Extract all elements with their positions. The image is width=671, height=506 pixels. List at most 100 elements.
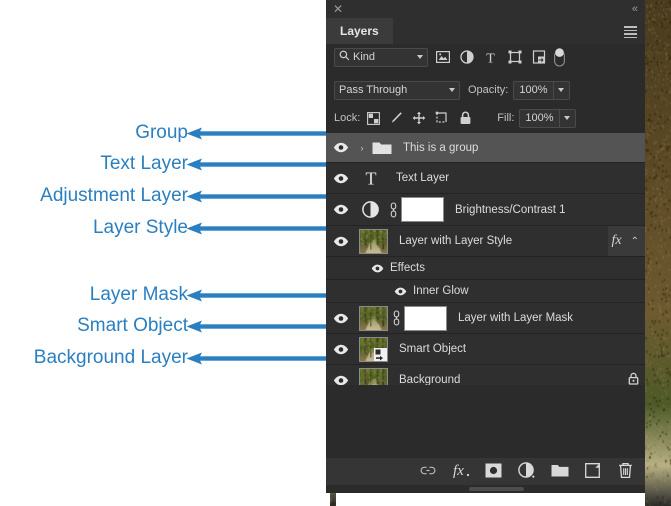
opacity-dropdown-button[interactable]: [554, 81, 570, 100]
delete-layer-button[interactable]: [612, 458, 639, 485]
lock-position-icon[interactable]: [409, 109, 429, 127]
smart-object-badge-icon: [374, 348, 387, 361]
layer-row[interactable]: Brightness/Contrast 1: [326, 194, 645, 226]
annotation-label: Smart Object: [77, 313, 188, 339]
filter-kind-select[interactable]: Kind: [334, 48, 428, 67]
chevron-down-icon: [558, 88, 564, 92]
svg-text:T: T: [365, 170, 376, 187]
new-layer-icon: [585, 463, 600, 481]
layer-thumbnail[interactable]: [359, 229, 388, 254]
lock-artboard-nesting-icon[interactable]: [432, 109, 452, 127]
annotation: Layer Style: [0, 215, 330, 241]
blend-mode-select[interactable]: Pass Through: [334, 81, 460, 100]
annotation-arrow-icon: [186, 127, 338, 145]
filter-kind-label: Kind: [353, 51, 417, 63]
layer-visibility-eye-icon[interactable]: [326, 194, 356, 225]
fill-dropdown-button[interactable]: [560, 109, 576, 128]
annotation-arrow-icon: [186, 352, 338, 370]
new-group-button[interactable]: [546, 458, 573, 485]
chevron-down-icon: [449, 88, 455, 92]
shape-layer-filter-icon[interactable]: [505, 48, 524, 67]
blend-mode-value: Pass Through: [339, 84, 449, 96]
type-layer-icon: T: [356, 170, 385, 187]
expand-effects-caret-icon[interactable]: ⌃: [631, 236, 639, 247]
add-layer-mask-button[interactable]: [480, 458, 507, 485]
trash-icon: [618, 462, 633, 482]
layer-row[interactable]: › This is a group: [326, 133, 645, 163]
layer-visibility-eye-icon[interactable]: [326, 133, 356, 162]
blend-mode-row: Pass Through Opacity: 100%: [326, 78, 645, 102]
annotation-arrow-icon: [186, 158, 338, 176]
collapse-panel-icon[interactable]: «: [632, 3, 637, 15]
fx-badge-icon[interactable]: fx: [612, 233, 622, 249]
filter-enable-toggle[interactable]: [554, 48, 565, 67]
lock-row: Lock: Fill: 100%: [326, 106, 645, 130]
mask-link-icon[interactable]: [385, 202, 401, 218]
layer-name: Layer with Layer Style: [399, 235, 512, 247]
mask-link-icon[interactable]: [388, 310, 404, 326]
smart-object-filter-icon[interactable]: [529, 48, 548, 67]
tab-layers[interactable]: Layers: [326, 18, 393, 44]
svg-text:fx: fx: [453, 463, 464, 479]
layer-thumbnail[interactable]: [359, 337, 388, 362]
pixel-layer-filter-icon[interactable]: [433, 48, 452, 67]
layer-visibility-eye-icon[interactable]: [326, 163, 356, 193]
eye-icon[interactable]: [371, 264, 384, 273]
layer-visibility-eye-icon[interactable]: [326, 303, 356, 333]
layer-row-badges: fx ⌃: [608, 226, 646, 256]
layer-list-empty-area: [326, 385, 645, 463]
close-icon[interactable]: ✕: [332, 3, 344, 15]
layer-name: Layer with Layer Mask: [458, 312, 573, 324]
annotation: Smart Object: [0, 313, 330, 339]
annotation: Text Layer: [0, 151, 330, 177]
panel-titlebar: ✕ «: [326, 0, 645, 18]
scrollbar-thumb[interactable]: [469, 487, 524, 491]
hamburger-menu-icon[interactable]: [624, 26, 637, 37]
lock-all-icon[interactable]: [455, 109, 475, 127]
opacity-input[interactable]: 100%: [513, 81, 553, 100]
link-layers-button[interactable]: [414, 458, 441, 485]
chevron-down-icon: [564, 116, 570, 120]
layer-row[interactable]: Layer with Layer Mask: [326, 303, 645, 334]
eye-icon[interactable]: [394, 287, 407, 296]
layer-mask-thumbnail[interactable]: [401, 197, 444, 222]
layer-row[interactable]: Layer with Layer Style fx ⌃: [326, 226, 645, 257]
svg-text:T: T: [486, 51, 495, 64]
lock-transparent-pixels-icon[interactable]: [363, 109, 383, 127]
layer-row[interactable]: Smart Object: [326, 334, 645, 365]
layer-visibility-eye-icon[interactable]: [326, 226, 356, 256]
annotation-label: Background Layer: [34, 345, 188, 371]
fx-icon: fx: [451, 462, 471, 482]
layer-mask-thumbnail[interactable]: [404, 306, 447, 331]
new-layer-button[interactable]: [579, 458, 606, 485]
layer-filter-row: Kind T: [326, 44, 645, 70]
new-adjustment-layer-button[interactable]: [513, 458, 540, 485]
annotation-label: Layer Mask: [90, 282, 188, 308]
annotation: Adjustment Layer: [0, 183, 330, 209]
effect-row[interactable]: Inner Glow: [326, 280, 645, 303]
effect-label: Inner Glow: [413, 285, 469, 297]
effects-group-row[interactable]: Effects: [326, 257, 645, 280]
panel-horizontal-scrollbar[interactable]: [326, 485, 645, 493]
layer-name: Smart Object: [399, 343, 466, 355]
layer-visibility-eye-icon[interactable]: [326, 334, 356, 364]
layer-thumbnail[interactable]: [359, 306, 388, 331]
panel-tabbar: Layers: [326, 18, 645, 44]
chevron-down-icon: [417, 55, 423, 59]
layer-list[interactable]: › This is a group T Text Layer Brightness/Co…: [326, 133, 645, 385]
layer-name: Brightness/Contrast 1: [455, 204, 566, 216]
group-disclosure-icon[interactable]: ›: [356, 143, 368, 153]
layer-row[interactable]: T Text Layer: [326, 163, 645, 194]
fill-input[interactable]: 100%: [519, 109, 559, 128]
annotation: Background Layer: [0, 345, 330, 371]
annotation-arrow-icon: [186, 190, 338, 208]
folder-icon: [372, 140, 392, 155]
effect-label: Effects: [390, 262, 425, 274]
annotation-label: Layer Style: [93, 215, 188, 241]
lock-image-pixels-icon[interactable]: [386, 109, 406, 127]
type-layer-filter-icon[interactable]: T: [481, 48, 500, 67]
add-layer-style-button[interactable]: fx: [447, 458, 474, 485]
annotation-arrow-icon: [186, 289, 338, 307]
annotation-label: Text Layer: [100, 151, 188, 177]
adjustment-layer-filter-icon[interactable]: [457, 48, 476, 67]
